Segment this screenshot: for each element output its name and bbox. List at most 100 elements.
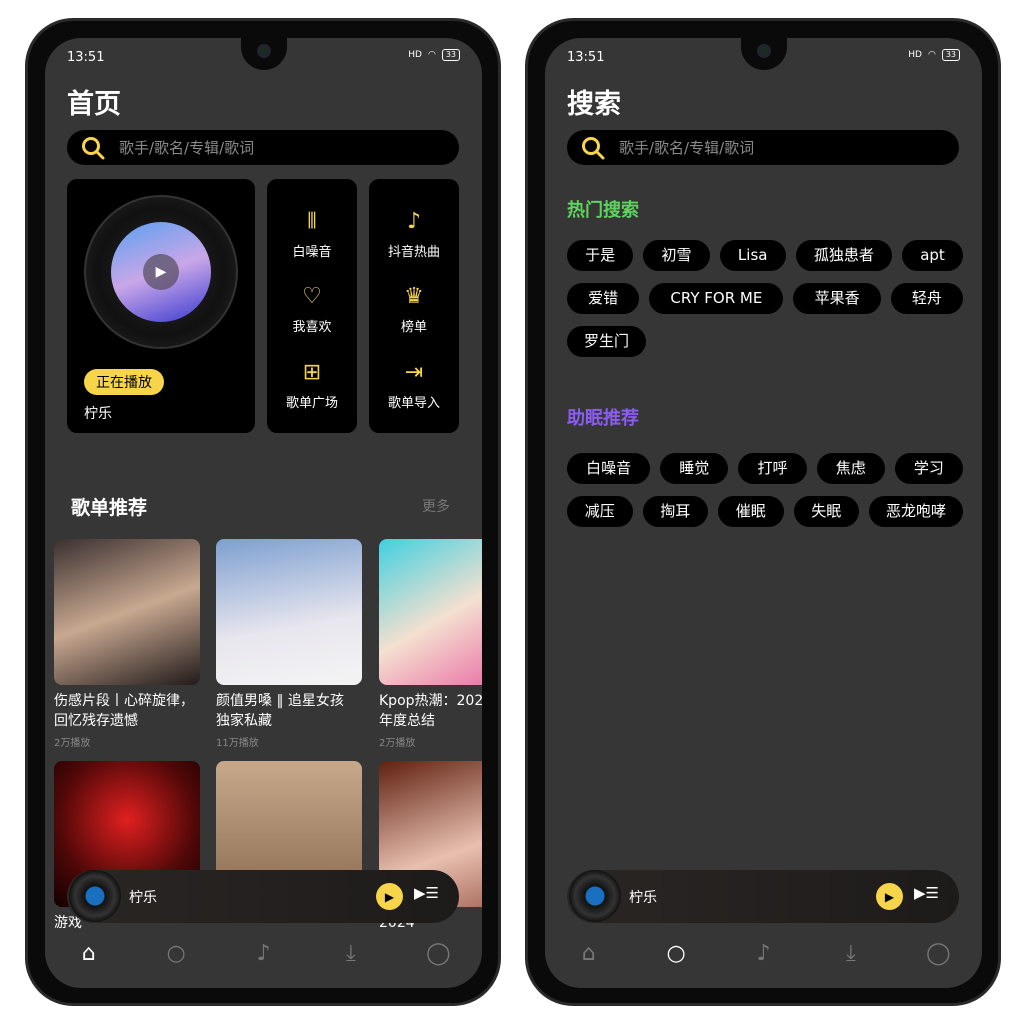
- sleep-chip[interactable]: 催眠: [718, 496, 784, 527]
- download-icon[interactable]: ⤓: [331, 941, 371, 966]
- ai-music-icon[interactable]: ♪: [243, 941, 283, 966]
- now-playing-name: 柠乐: [84, 406, 112, 422]
- function-charts[interactable]: ♛ 榜单: [369, 282, 459, 335]
- grid-icon: ⊞: [302, 360, 322, 385]
- playlist-queue-icon[interactable]: ▶☰: [914, 884, 939, 902]
- mini-player[interactable]: 柠乐 ▶ ▶☰: [567, 870, 959, 923]
- tab-bar: ⌂ ○ ♪ ⤓ ◯: [45, 933, 482, 973]
- hot-chip[interactable]: 苹果香: [793, 283, 881, 314]
- phone-search: 13:51 HD ◠ 33 搜索 歌手/歌名/专辑/歌词 热门搜索 于是 初雪 Lisa…: [525, 18, 1001, 1006]
- hot-chip[interactable]: apt: [902, 240, 963, 271]
- vinyl-icon: [569, 870, 621, 922]
- sleep-recommend-chips: 白噪音 睡觉 打呼 焦虑 学习减压 掏耳 催眠 失眠 恶龙咆哮: [567, 453, 964, 527]
- sleep-chip[interactable]: 减压: [567, 496, 633, 527]
- now-playing-card[interactable]: ▶ 正在播放 柠乐: [67, 179, 255, 433]
- page-title: 搜索: [567, 89, 621, 120]
- mini-player-title: 柠乐: [129, 890, 157, 906]
- playlist-cover: [216, 539, 362, 685]
- play-button[interactable]: ▶: [876, 883, 903, 910]
- sleep-chip[interactable]: 恶龙咆哮: [869, 496, 964, 527]
- hot-chip[interactable]: 轻舟: [890, 283, 964, 314]
- play-icon[interactable]: ▶: [143, 254, 179, 290]
- vinyl-icon: [69, 870, 121, 922]
- signal-icon: HD: [408, 50, 422, 60]
- tiktok-icon: ♪: [406, 209, 422, 234]
- play-button[interactable]: ▶: [376, 883, 403, 910]
- wifi-icon: ◠: [427, 50, 436, 60]
- sleep-chip[interactable]: 焦虑: [816, 453, 885, 484]
- search-placeholder: 歌手/歌名/专辑/歌词: [119, 139, 255, 157]
- playlist-cover: [379, 539, 482, 685]
- sleep-chip[interactable]: 打呼: [738, 453, 807, 484]
- battery-icon: 33: [941, 49, 960, 61]
- hot-chip[interactable]: CRY FOR ME: [649, 283, 784, 314]
- sleep-chip[interactable]: 失眠: [793, 496, 859, 527]
- hot-search-chips: 于是 初雪 Lisa 孤独患者 apt 爱错 CRY FOR ME 苹果香 轻舟罗生门: [567, 240, 964, 357]
- more-link[interactable]: 更多: [422, 496, 450, 516]
- mini-player[interactable]: 柠乐 ▶ ▶☰: [67, 870, 459, 923]
- search-placeholder: 歌手/歌名/专辑/歌词: [619, 139, 755, 157]
- camera-icon: [756, 44, 771, 58]
- hot-chip[interactable]: 爱错: [567, 283, 640, 314]
- crown-icon: ♛: [404, 284, 424, 309]
- sleep-chip[interactable]: 白噪音: [567, 453, 651, 484]
- camera-icon: [256, 44, 271, 58]
- function-playlist-square[interactable]: ⊞ 歌单广场: [267, 358, 357, 411]
- search-screen: 13:51 HD ◠ 33 搜索 歌手/歌名/专辑/歌词 热门搜索 于是 初雪 Lisa…: [545, 38, 982, 988]
- tab-bar: ⌂ ○ ♪ ⤓ ◯: [545, 933, 982, 973]
- function-douyin-hits[interactable]: ♪ 抖音热曲: [369, 207, 459, 260]
- download-icon[interactable]: ⤓: [831, 941, 871, 966]
- function-white-noise[interactable]: ⦀ 白噪音: [267, 207, 357, 260]
- sleep-chip[interactable]: 掏耳: [642, 496, 708, 527]
- playlist-card[interactable]: 颜值男嗓 ‖ 追星女孩 独家私藏 11万播放: [216, 539, 362, 749]
- wifi-icon: ◠: [927, 50, 936, 60]
- home-icon[interactable]: ⌂: [69, 941, 109, 966]
- waveform-icon: ⦀: [307, 209, 317, 234]
- now-playing-badge: 正在播放: [84, 369, 164, 395]
- playlist-card[interactable]: Kpop热潮：2024 年度总结 2万播放: [379, 539, 482, 749]
- profile-icon[interactable]: ◯: [418, 941, 458, 966]
- phone-home: 13:51 HD ◠ 33 首页 歌手/歌名/专辑/歌词 ▶ 正在播放 柠乐 ⦀ 白噪…: [25, 18, 501, 1006]
- sleep-chip[interactable]: 学习: [894, 453, 964, 484]
- search-icon: [582, 136, 605, 159]
- search-input[interactable]: 歌手/歌名/专辑/歌词: [67, 130, 459, 165]
- vinyl-disc: ▶: [84, 195, 238, 349]
- import-icon: ⇥: [404, 360, 424, 385]
- section-title: 歌单推荐: [71, 497, 148, 519]
- hot-chip[interactable]: 孤独患者: [795, 240, 893, 271]
- mini-player-title: 柠乐: [629, 890, 657, 906]
- playlist-queue-icon[interactable]: ▶☰: [414, 884, 439, 902]
- status-time: 13:51: [567, 50, 605, 65]
- ai-music-icon[interactable]: ♪: [743, 941, 783, 966]
- hot-chip[interactable]: 初雪: [643, 240, 710, 271]
- hot-chip[interactable]: 于是: [567, 240, 634, 271]
- sleep-chip[interactable]: 睡觉: [660, 453, 729, 484]
- signal-icon: HD: [908, 50, 922, 60]
- playlist-card[interactable]: 伤感片段丨心碎旋律， 回忆残存遗憾 2万播放: [54, 539, 200, 749]
- notch: [740, 38, 787, 70]
- home-screen: 13:51 HD ◠ 33 首页 歌手/歌名/专辑/歌词 ▶ 正在播放 柠乐 ⦀ 白噪…: [45, 38, 482, 988]
- profile-icon[interactable]: ◯: [918, 941, 958, 966]
- search-input[interactable]: 歌手/歌名/专辑/歌词: [567, 130, 959, 165]
- function-card-1: ⦀ 白噪音 ♡ 我喜欢 ⊞ 歌单广场: [267, 179, 357, 433]
- notch: [240, 38, 287, 70]
- hot-search-title: 热门搜索: [567, 200, 639, 221]
- function-card-2: ♪ 抖音热曲 ♛ 榜单 ⇥ 歌单导入: [369, 179, 459, 433]
- battery-icon: 33: [441, 49, 460, 61]
- function-favorites[interactable]: ♡ 我喜欢: [267, 282, 357, 335]
- album-art: ▶: [111, 222, 211, 322]
- playlist-cover: [54, 539, 200, 685]
- hot-chip[interactable]: Lisa: [719, 240, 786, 271]
- search-icon[interactable]: ○: [156, 941, 196, 966]
- home-icon[interactable]: ⌂: [569, 941, 609, 966]
- status-time: 13:51: [67, 50, 105, 65]
- page-title: 首页: [67, 89, 121, 120]
- status-icons: HD ◠ 33: [908, 49, 960, 61]
- heart-icon: ♡: [302, 284, 322, 309]
- search-icon: [82, 136, 105, 159]
- function-import[interactable]: ⇥ 歌单导入: [369, 358, 459, 411]
- status-icons: HD ◠ 33: [408, 49, 460, 61]
- search-icon[interactable]: ○: [656, 941, 696, 966]
- hot-chip[interactable]: 罗生门: [567, 326, 647, 357]
- sleep-recommend-title: 助眠推荐: [567, 408, 639, 429]
